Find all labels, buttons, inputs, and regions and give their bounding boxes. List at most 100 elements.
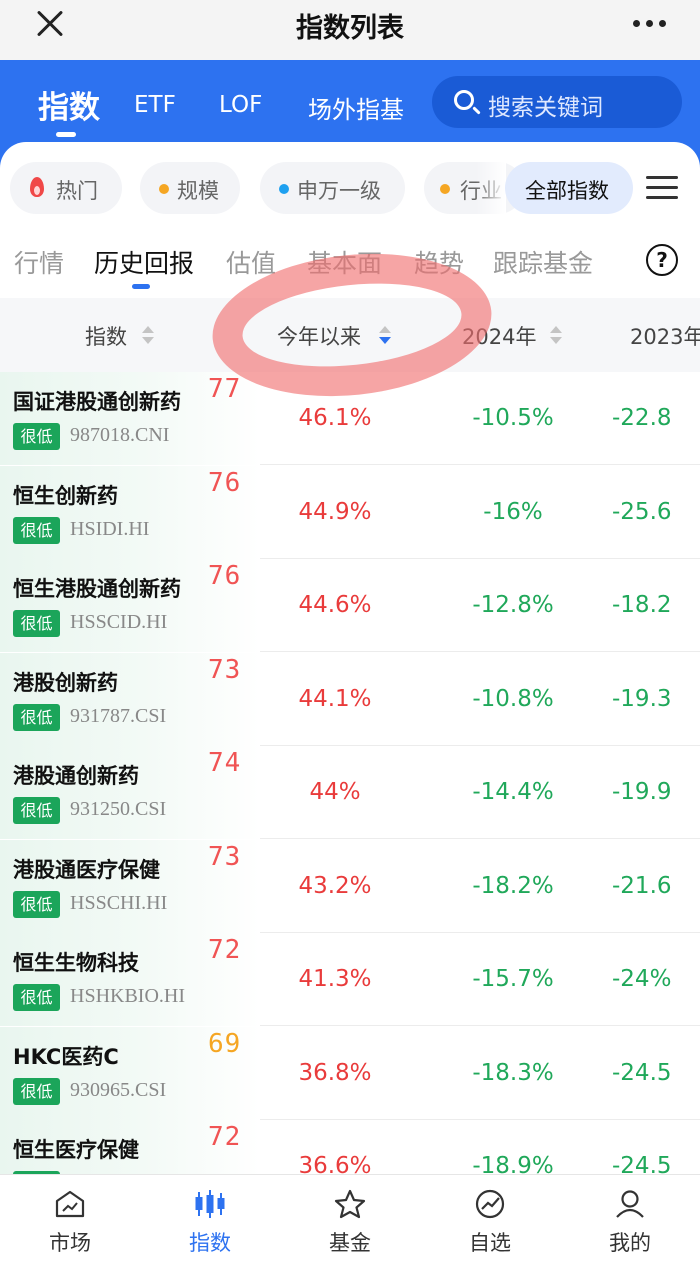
table-row[interactable]: 港股创新药 很低 931787.CSI 73 44.1% -10.8% -19.3 <box>0 652 700 746</box>
return-2024: -14.4% <box>472 779 554 805</box>
nav-fund[interactable]: 基金 <box>280 1175 420 1261</box>
index-code: HSHKBIO.HI <box>70 985 185 1007</box>
table-row[interactable]: 港股通医疗保健 很低 HSSCHI.HI 73 43.2% -18.2% -21.6 <box>0 839 700 933</box>
return-2023: -18.2 <box>612 592 672 618</box>
chip-shenwan-level1[interactable]: 申万一级 <box>260 162 405 214</box>
nav-label: 市场 <box>49 1231 91 1255</box>
valuation-badge: 很低 <box>13 797 60 824</box>
user-icon <box>616 1190 644 1218</box>
tab-etf[interactable]: ETF <box>134 92 176 118</box>
title-bar: 指数列表 <box>0 0 700 60</box>
return-2024: -18.2% <box>472 872 554 899</box>
index-code: HSSCID.HI <box>70 611 168 633</box>
nav-label: 指数 <box>189 1231 231 1255</box>
index-code: HSIDI.HI <box>70 517 150 540</box>
index-name: 港股创新药 <box>13 670 118 695</box>
nav-label: 我的 <box>609 1231 651 1255</box>
score-value: 73 <box>208 841 242 872</box>
index-name: 恒生医疗保健 <box>13 1138 139 1162</box>
subtab-fundamentals[interactable]: 基本面 <box>307 244 382 280</box>
active-tab-indicator <box>56 132 76 137</box>
table-row[interactable]: HKC医药C 很低 930965.CSI 69 36.8% -18.3% -24.5 <box>0 1026 700 1120</box>
return-2024: -10.8% <box>472 685 554 712</box>
ytd-return: 46.1% <box>298 405 372 431</box>
ytd-return: 43.2% <box>298 872 372 899</box>
sort-icon[interactable] <box>142 326 154 346</box>
index-name: 恒生生物科技 <box>13 951 139 975</box>
search-placeholder: 搜索关键词 <box>488 95 603 121</box>
chip-label: 规模 <box>177 179 219 203</box>
more-icon[interactable] <box>627 20 666 27</box>
ytd-return: 44.1% <box>298 685 372 712</box>
search-input[interactable]: 搜索关键词 <box>432 76 682 128</box>
tab-index[interactable]: 指数 <box>38 82 100 127</box>
chip-scale[interactable]: 规模 <box>140 162 240 214</box>
subtab-historical-returns[interactable]: 历史回报 <box>94 244 194 280</box>
nav-watchlist[interactable]: 自选 <box>420 1175 560 1261</box>
return-2023: -25.6 <box>612 498 672 525</box>
return-2024: -12.8% <box>472 592 554 618</box>
table-row[interactable]: 国证港股通创新药 很低 987018.CNI 77 46.1% -10.5% -22.8 <box>0 372 700 465</box>
score-value: 69 <box>208 1028 242 1059</box>
score-value: 73 <box>208 654 242 685</box>
table-row[interactable]: 恒生医疗保健很低7236.6%-18.9%-24.5 <box>0 1120 700 1182</box>
page-title: 指数列表 <box>296 13 404 44</box>
return-2023: -19.9 <box>612 779 672 805</box>
search-icon <box>454 90 474 110</box>
index-name: 港股通医疗保健 <box>13 857 160 882</box>
nav-market[interactable]: 市场 <box>0 1175 140 1261</box>
chip-all-indices[interactable]: 全部指数 <box>505 162 633 214</box>
sort-icon[interactable] <box>550 326 562 346</box>
nav-label: 自选 <box>469 1231 511 1255</box>
help-icon[interactable]: ? <box>646 244 678 276</box>
subtab-tracking-funds[interactable]: 跟踪基金 <box>493 244 593 280</box>
tab-lof[interactable]: LOF <box>219 92 262 118</box>
ytd-return: 36.8% <box>298 1059 372 1086</box>
subtab-valuation[interactable]: 估值 <box>226 244 276 280</box>
nav-index[interactable]: 指数 <box>140 1175 280 1261</box>
table-row[interactable]: 恒生生物科技 很低 HSHKBIO.HI 72 41.3% -15.7% -24% <box>0 933 700 1026</box>
return-2024: -15.7% <box>472 966 554 992</box>
nav-label: 基金 <box>329 1231 371 1255</box>
valuation-badge: 很低 <box>13 516 60 544</box>
header-2023[interactable]: 2023年 <box>630 321 700 351</box>
bottom-nav: 市场 指数 基金 自选 我的 <box>0 1174 700 1261</box>
header-ytd[interactable]: 今年以来 <box>277 321 361 351</box>
index-name: 国证港股通创新药 <box>13 390 181 414</box>
return-2023: -21.6 <box>612 872 672 899</box>
table-row[interactable]: 恒生创新药 很低 HSIDI.HI 76 44.9% -16% -25.6 <box>0 465 700 559</box>
index-name: 港股通创新药 <box>13 764 139 788</box>
header-index[interactable]: 指数 <box>85 321 127 351</box>
subtab-quotes[interactable]: 行情 <box>14 244 64 280</box>
fire-icon <box>30 177 44 197</box>
score-value: 72 <box>208 935 242 965</box>
dot-icon <box>440 184 450 194</box>
index-name: HKC医药C <box>13 1044 119 1069</box>
index-code: 931787.CSI <box>70 704 167 727</box>
market-icon <box>55 1190 85 1218</box>
index-code: 930965.CSI <box>70 1078 167 1101</box>
menu-icon[interactable] <box>646 176 678 200</box>
tab-otc-index-fund[interactable]: 场外指基 <box>308 90 404 125</box>
nav-me[interactable]: 我的 <box>560 1175 700 1261</box>
trend-icon <box>475 1189 505 1219</box>
return-2023: -24.5 <box>612 1059 672 1086</box>
index-code: 987018.CNI <box>70 424 170 446</box>
chip-label: 全部指数 <box>525 179 609 203</box>
chip-label: 热门 <box>56 179 98 203</box>
sort-desc-icon[interactable] <box>379 326 391 346</box>
return-2024: -18.3% <box>472 1059 554 1086</box>
valuation-badge: 很低 <box>13 610 60 637</box>
table-row[interactable]: 恒生港股通创新药 很低 HSSCID.HI 76 44.6% -12.8% -18.2 <box>0 559 700 652</box>
score-value: 76 <box>208 561 242 591</box>
table-row[interactable]: 港股通创新药 很低 931250.CSI 74 44% -14.4% -19.9 <box>0 746 700 839</box>
index-name: 恒生创新药 <box>13 483 118 508</box>
score-value: 74 <box>208 748 242 778</box>
chip-hot[interactable]: 热门 <box>10 162 122 214</box>
dot-icon <box>279 184 289 194</box>
return-2024: -10.5% <box>472 405 554 431</box>
header-2024[interactable]: 2024年 <box>462 321 536 351</box>
index-table: 国证港股通创新药 很低 987018.CNI 77 46.1% -10.5% -22.8 恒生… <box>0 372 700 1182</box>
subtab-trend[interactable]: 趋势 <box>414 244 464 280</box>
return-2023: -24% <box>612 966 672 992</box>
